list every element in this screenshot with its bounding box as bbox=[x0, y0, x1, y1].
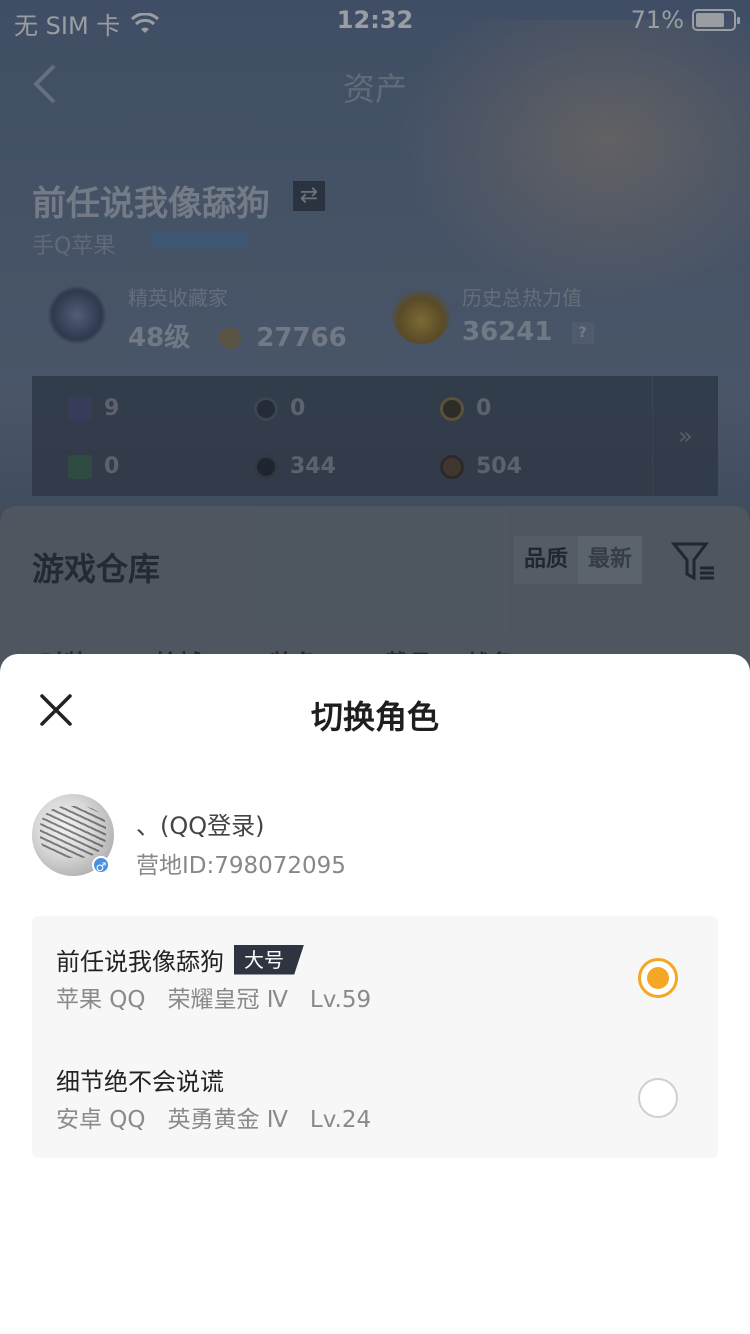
main-account-badge: 大号 bbox=[234, 944, 304, 975]
account-info: ♂ 、(QQ登录) 营地ID:798072095 bbox=[32, 794, 718, 884]
male-icon: ♂ bbox=[92, 856, 110, 874]
sheet-title: 切换角色 bbox=[310, 698, 439, 736]
role-name: 前任说我像舔狗 bbox=[56, 948, 224, 976]
account-name: 、(QQ登录) bbox=[136, 812, 265, 840]
account-id: 营地ID:798072095 bbox=[136, 853, 346, 879]
role-list: 前任说我像舔狗 大号 苹果 QQ 荣耀皇冠 Ⅳ Lv.59 细节绝不会说谎 安卓… bbox=[32, 916, 718, 1158]
role-item[interactable]: 细节绝不会说谎 安卓 QQ 英勇黄金 Ⅳ Lv.24 bbox=[32, 1036, 718, 1156]
role-radio[interactable] bbox=[638, 1078, 678, 1118]
switch-role-sheet: 切换角色 ♂ 、(QQ登录) 营地ID:798072095 前任说我像舔狗 大号… bbox=[0, 654, 750, 1334]
role-item[interactable]: 前任说我像舔狗 大号 苹果 QQ 荣耀皇冠 Ⅳ Lv.59 bbox=[32, 916, 718, 1036]
role-meta: 苹果 QQ 荣耀皇冠 Ⅳ Lv.59 bbox=[56, 987, 372, 1013]
role-name: 细节绝不会说谎 bbox=[56, 1068, 224, 1096]
role-radio-selected[interactable] bbox=[638, 958, 678, 998]
role-meta: 安卓 QQ 英勇黄金 Ⅳ Lv.24 bbox=[56, 1107, 372, 1133]
